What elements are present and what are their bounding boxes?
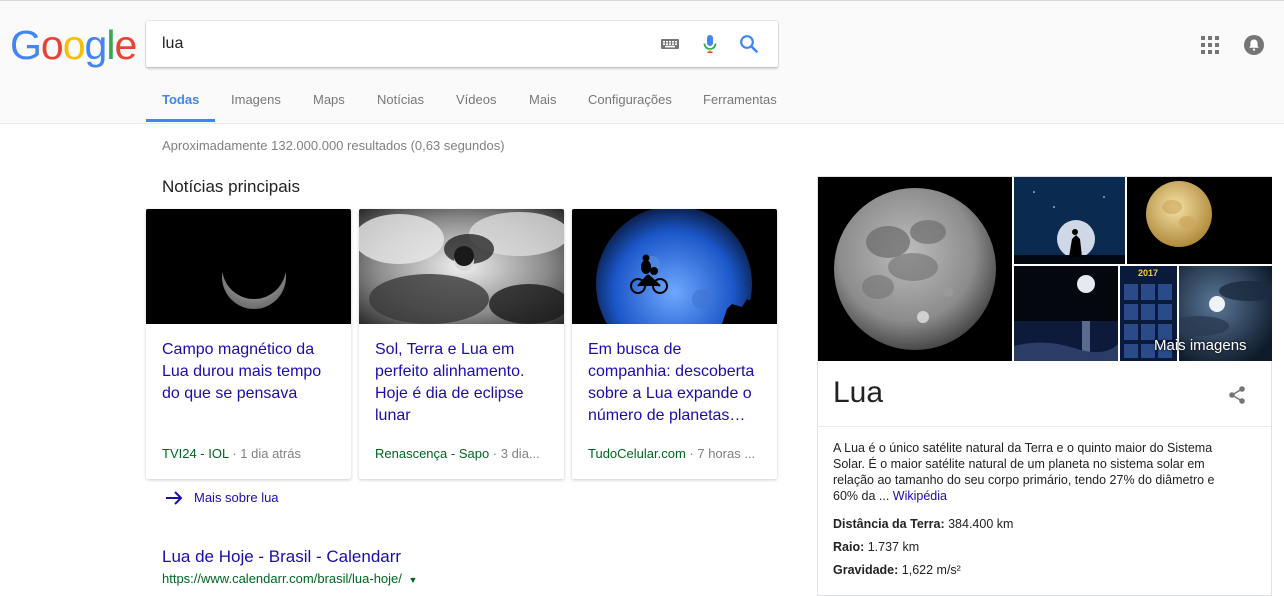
notifications-bell-icon[interactable] [1244, 35, 1264, 55]
news-source-name: TVI24 - IOL [162, 446, 229, 461]
more-images-link[interactable]: Mais imagens [1154, 337, 1247, 354]
results-stats: Aproximadamente 132.000.000 resultados (… [162, 138, 505, 153]
wikipedia-link[interactable]: Wikipédia [893, 489, 947, 503]
kp-main-image[interactable] [818, 177, 1012, 361]
news-time: · 7 horas ... [685, 446, 756, 461]
kp-title: Lua [833, 376, 884, 409]
kp-thumb-image[interactable] [1127, 177, 1272, 264]
top-news-heading: Notícias principais [162, 177, 300, 196]
news-thumbnail [146, 209, 351, 324]
news-card[interactable]: Em busca de companhia: descoberta sobre … [572, 209, 777, 479]
calendar-year: 2017 [1138, 268, 1158, 278]
kp-fact-row: Gravidade: 1,622 m/s² [833, 563, 961, 577]
divider [818, 426, 1271, 427]
kp-fact-row: Raio: 1.737 km [833, 540, 919, 554]
share-icon[interactable] [1227, 385, 1247, 405]
news-source: TVI24 - IOL · 1 dia atrás [162, 446, 301, 461]
news-thumbnail [359, 209, 564, 324]
fact-value: 1,622 m/s² [898, 563, 961, 577]
news-source: Renascença - Sapo · 3 dia... [375, 446, 540, 461]
more-news-label: Mais sobre lua [194, 490, 279, 505]
news-time: · 1 dia atrás [228, 446, 301, 461]
tab-configuracoes[interactable]: Configurações [588, 92, 672, 107]
tab-maps[interactable]: Maps [313, 92, 345, 107]
result-url: https://www.calendarr.com/brasil/lua-hoj… [162, 571, 417, 586]
tab-noticias[interactable]: Notícias [377, 92, 424, 107]
news-source-name: TudoCelular.com [588, 446, 686, 461]
fact-label[interactable]: Gravidade: [833, 563, 898, 577]
tab-imagens[interactable]: Imagens [231, 92, 281, 107]
news-title[interactable]: Em busca de companhia: descoberta sobre … [588, 339, 764, 427]
fact-value: 384.400 km [944, 517, 1014, 531]
kp-thumb-image[interactable] [1014, 177, 1125, 264]
news-thumbnail [572, 209, 777, 324]
tab-videos[interactable]: Vídeos [456, 92, 496, 107]
kp-fact-row: Distância da Terra: 384.400 km [833, 517, 1013, 531]
kp-description: A Lua é o único satélite natural da Terr… [833, 440, 1233, 504]
news-source: TudoCelular.com · 7 horas ... [588, 446, 755, 461]
search-icon[interactable] [737, 32, 761, 56]
news-source-name: Renascença - Sapo [375, 446, 490, 461]
url-dropdown-arrow-icon[interactable]: ▼ [409, 575, 418, 585]
news-title[interactable]: Campo magnético da Lua durou mais tempo … [162, 339, 338, 405]
fact-label[interactable]: Raio: [833, 540, 864, 554]
search-box [146, 21, 778, 67]
news-card[interactable]: Campo magnético da Lua durou mais tempo … [146, 209, 351, 479]
tab-mais[interactable]: Mais [529, 92, 556, 107]
google-logo[interactable]: Google [10, 21, 137, 69]
tab-todas[interactable]: Todas [162, 92, 199, 107]
kp-thumb-image[interactable] [1014, 266, 1118, 361]
fact-label[interactable]: Distância da Terra: [833, 517, 945, 531]
fact-value: 1.737 km [864, 540, 920, 554]
news-time: · 3 dia... [489, 446, 540, 461]
tab-ferramentas[interactable]: Ferramentas [703, 92, 777, 107]
news-card[interactable]: Sol, Terra e Lua em perfeito alinhamento… [359, 209, 564, 479]
result-url-text: https://www.calendarr.com/brasil/lua-hoj… [162, 571, 402, 586]
kp-description-text: A Lua é o único satélite natural da Terr… [833, 441, 1215, 503]
arrow-right-icon [166, 491, 183, 505]
search-input[interactable] [162, 32, 642, 56]
keyboard-icon[interactable] [658, 32, 682, 56]
active-tab-indicator [146, 119, 215, 122]
result-title-link[interactable]: Lua de Hoje - Brasil - Calendarr [162, 547, 401, 567]
microphone-icon[interactable] [698, 32, 722, 56]
apps-grid-icon[interactable] [1201, 36, 1219, 54]
news-title[interactable]: Sol, Terra e Lua em perfeito alinhamento… [375, 339, 551, 427]
